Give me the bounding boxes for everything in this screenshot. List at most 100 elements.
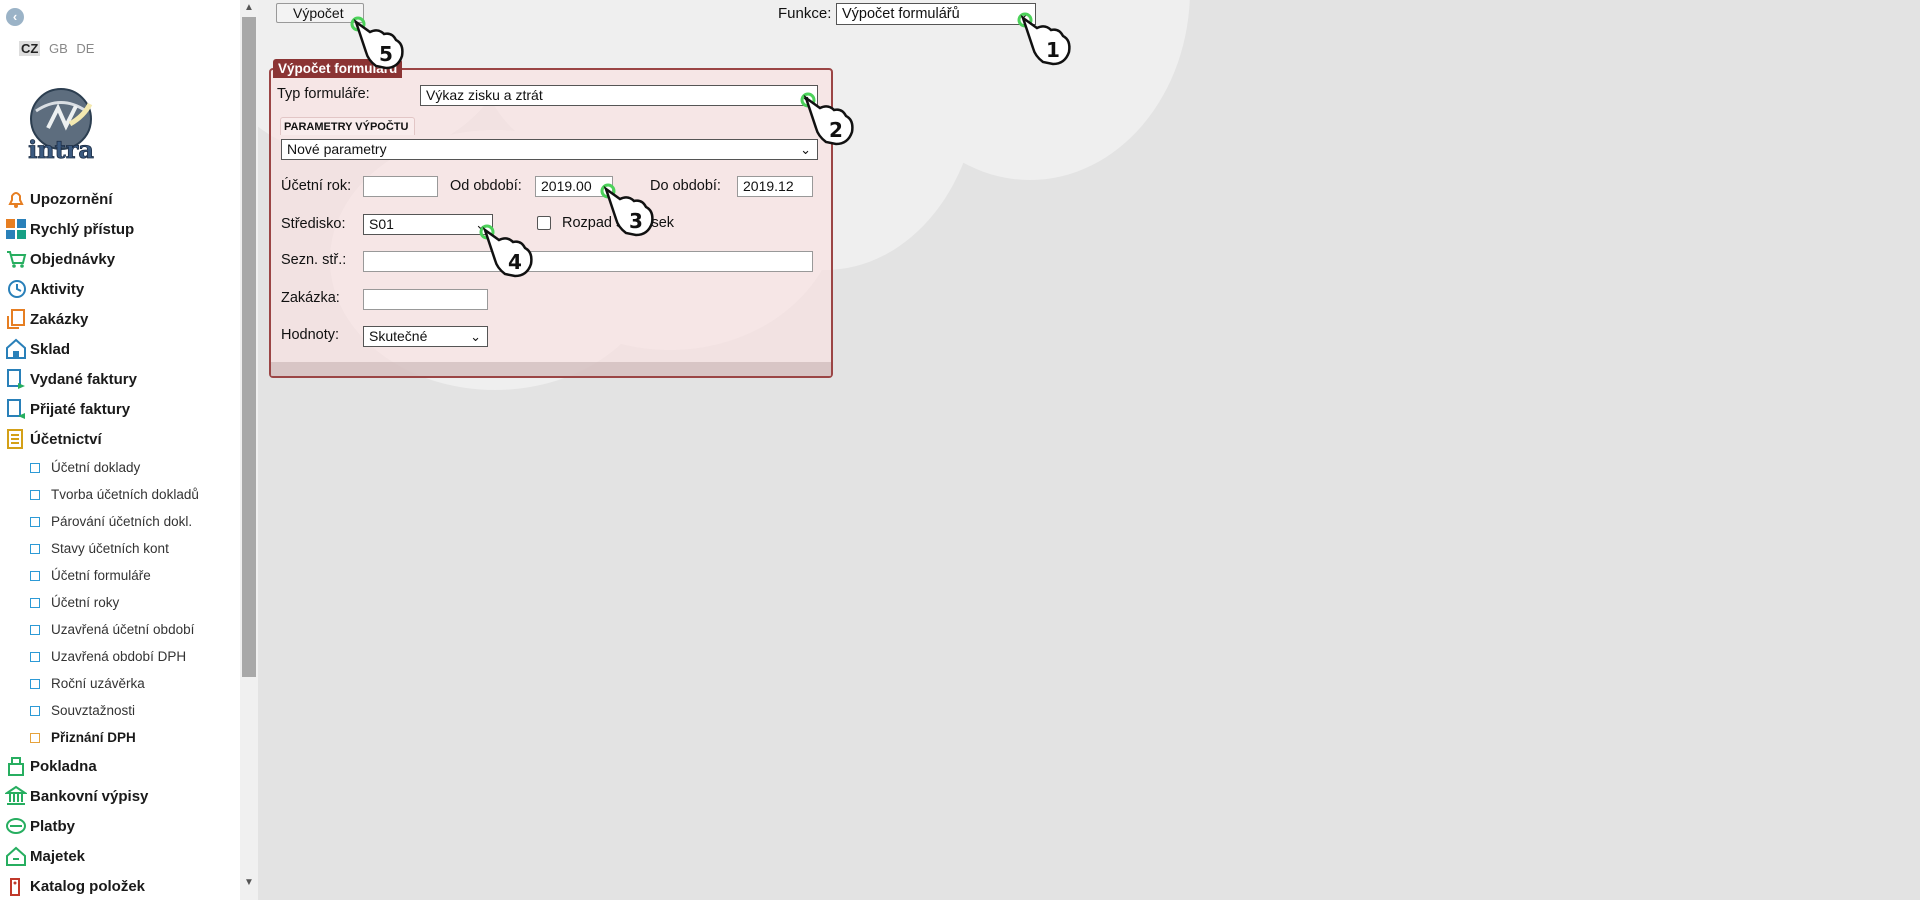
- submenu-item[interactable]: Účetní roky: [0, 589, 238, 616]
- language-gb[interactable]: GB: [49, 41, 68, 56]
- collapse-sidebar-icon[interactable]: ‹: [6, 8, 24, 26]
- funkce-label: Funkce:: [778, 5, 832, 22]
- submenu-item[interactable]: Uzavřená období DPH: [0, 643, 238, 670]
- menu-item-objednavky[interactable]: Objednávky: [0, 244, 238, 274]
- language-de[interactable]: DE: [76, 41, 94, 56]
- submenu-item[interactable]: Uzavřená účetní období: [0, 616, 238, 643]
- params-tab[interactable]: PARAMETRY VÝPOČTU: [280, 117, 416, 135]
- submenu-item[interactable]: Tvorba účetních dokladů: [0, 481, 238, 508]
- submenu-item[interactable]: Roční uzávěrka: [0, 670, 238, 697]
- submenu-item-label: Účetní roky: [51, 595, 120, 610]
- language-switcher: CZ GB DE: [19, 41, 99, 56]
- panel-footer: [271, 362, 831, 376]
- menu-item-sklad[interactable]: Sklad: [0, 334, 238, 364]
- clock-icon: [8, 280, 26, 298]
- page-list-input[interactable]: [363, 251, 813, 272]
- submenu-item[interactable]: Stavy účetních kont: [0, 535, 238, 562]
- callout-number: 3: [629, 209, 643, 233]
- submenu-marker-icon: [30, 489, 40, 500]
- property-icon: [6, 846, 26, 866]
- cash-register-icon: [8, 757, 24, 776]
- menu-item-label: Sklad: [30, 340, 71, 358]
- submenu-marker-icon: [30, 462, 40, 473]
- bell-icon: [8, 192, 24, 208]
- warehouse-icon: [6, 338, 26, 359]
- menu-item-label: Přijaté faktury: [30, 400, 131, 418]
- submenu-marker-icon: [30, 624, 40, 635]
- menu-item-rychly-pristup[interactable]: Rychlý přístup: [0, 214, 238, 244]
- quick-access-icon: [6, 219, 26, 239]
- submenu-item-label: Stavy účetních kont: [51, 541, 169, 556]
- center-label: Středisko:: [281, 216, 346, 232]
- menu-item-label: Objednávky: [30, 250, 116, 268]
- center-select-value: S01: [369, 216, 394, 232]
- submenu-marker-icon: [30, 651, 40, 662]
- menu-item-label: Upozornění: [30, 190, 113, 208]
- form-type-select-value: Výkaz zisku a ztrát: [426, 87, 543, 103]
- submenu-item-label: Roční uzávěrka: [51, 676, 145, 691]
- menu-item-label: Vydané faktury: [30, 370, 137, 388]
- menu-item-zakazky[interactable]: Zakázky: [0, 304, 238, 334]
- fiscal-year-label: Účetní rok:: [281, 178, 352, 194]
- chevron-down-icon: ⌄: [470, 329, 481, 344]
- callout-4-pointer-icon: 4: [479, 224, 533, 278]
- funkce-select-value: Výpočet formulářů: [842, 6, 960, 22]
- submenu-item-label: Tvorba účetních dokladů: [51, 487, 199, 502]
- menu-item-platby[interactable]: Platby: [0, 811, 238, 841]
- menu-item-upozorneni[interactable]: Upozornění: [0, 184, 238, 214]
- params-select[interactable]: Nové parametry ⌄: [281, 139, 818, 160]
- menu-item-aktivity[interactable]: Aktivity: [0, 274, 238, 304]
- submenu-item-label: Uzavřená období DPH: [51, 649, 187, 664]
- submenu-item-label: Uzavřená účetní období: [51, 622, 195, 637]
- menu-item-label: Pokladna: [30, 757, 97, 775]
- menu-item-label: Majetek: [30, 847, 86, 865]
- sidebar-scrollbar[interactable]: ▲ ▼: [240, 0, 258, 900]
- language-cz[interactable]: CZ: [19, 41, 41, 56]
- menu-item-bankovni-vypisy[interactable]: Bankovní výpisy: [0, 781, 238, 811]
- values-select[interactable]: Skutečné ⌄: [363, 326, 488, 347]
- callout-1-pointer-icon: 1: [1017, 12, 1071, 66]
- scrollbar-thumb[interactable]: [242, 17, 256, 677]
- cart-icon: [7, 251, 27, 268]
- menu-item-label: Rychlý přístup: [30, 220, 135, 238]
- submenu-item-active[interactable]: Přiznání DPH: [0, 724, 238, 751]
- submenu-item-label: Účetní doklady: [51, 460, 141, 475]
- payment-icon: [6, 818, 26, 834]
- to-period-input[interactable]: 2019.12: [737, 176, 813, 197]
- breakdown-checkbox[interactable]: [537, 216, 551, 230]
- ledger-icon: [7, 429, 23, 449]
- submenu-marker-icon: [30, 705, 40, 716]
- params-select-value: Nové parametry: [287, 141, 387, 157]
- menu-item-pokladna[interactable]: Pokladna: [0, 751, 238, 781]
- fiscal-year-input[interactable]: [363, 176, 438, 197]
- menu-item-katalog-polozek[interactable]: Katalog položek: [0, 871, 238, 900]
- logo-text: intra: [28, 135, 94, 162]
- form-type-select[interactable]: Výkaz zisku a ztrát ⌄: [420, 85, 818, 106]
- menu-item-majetek[interactable]: Majetek: [0, 841, 238, 871]
- calculation-panel: [269, 68, 833, 378]
- submenu-marker-icon: [30, 543, 40, 554]
- scroll-up-icon[interactable]: ▲: [244, 2, 254, 13]
- menu-item-prijate-faktury[interactable]: Přijaté faktury: [0, 394, 238, 424]
- menu-item-ucetnictvi[interactable]: Účetnictví: [0, 424, 238, 454]
- catalog-icon: [10, 878, 20, 896]
- callout-3-pointer-icon: 3: [600, 183, 654, 237]
- scroll-down-icon[interactable]: ▼: [244, 877, 254, 888]
- submenu-item-label: Párování účetních dokl.: [51, 514, 193, 529]
- funkce-select[interactable]: Výpočet formulářů ⌄: [836, 3, 1036, 25]
- contract-input[interactable]: [363, 289, 488, 310]
- intra-logo[interactable]: intra: [18, 86, 104, 164]
- callout-number: 4: [508, 250, 522, 274]
- submenu-item[interactable]: Účetní doklady: [0, 454, 238, 481]
- callout-number: 1: [1046, 38, 1060, 62]
- submenu-item[interactable]: Účetní formuláře: [0, 562, 238, 589]
- submenu-item[interactable]: Souvztažnosti: [0, 697, 238, 724]
- center-select[interactable]: S01 ⌄: [363, 214, 493, 235]
- values-select-value: Skutečné: [369, 328, 428, 344]
- submenu-marker-icon: [30, 570, 40, 581]
- menu-item-label: Aktivity: [30, 280, 85, 298]
- submenu-marker-icon: [30, 678, 40, 689]
- menu-item-vydane-faktury[interactable]: Vydané faktury: [0, 364, 238, 394]
- submenu-item[interactable]: Párování účetních dokl.: [0, 508, 238, 535]
- menu-item-label: Katalog položek: [30, 877, 146, 895]
